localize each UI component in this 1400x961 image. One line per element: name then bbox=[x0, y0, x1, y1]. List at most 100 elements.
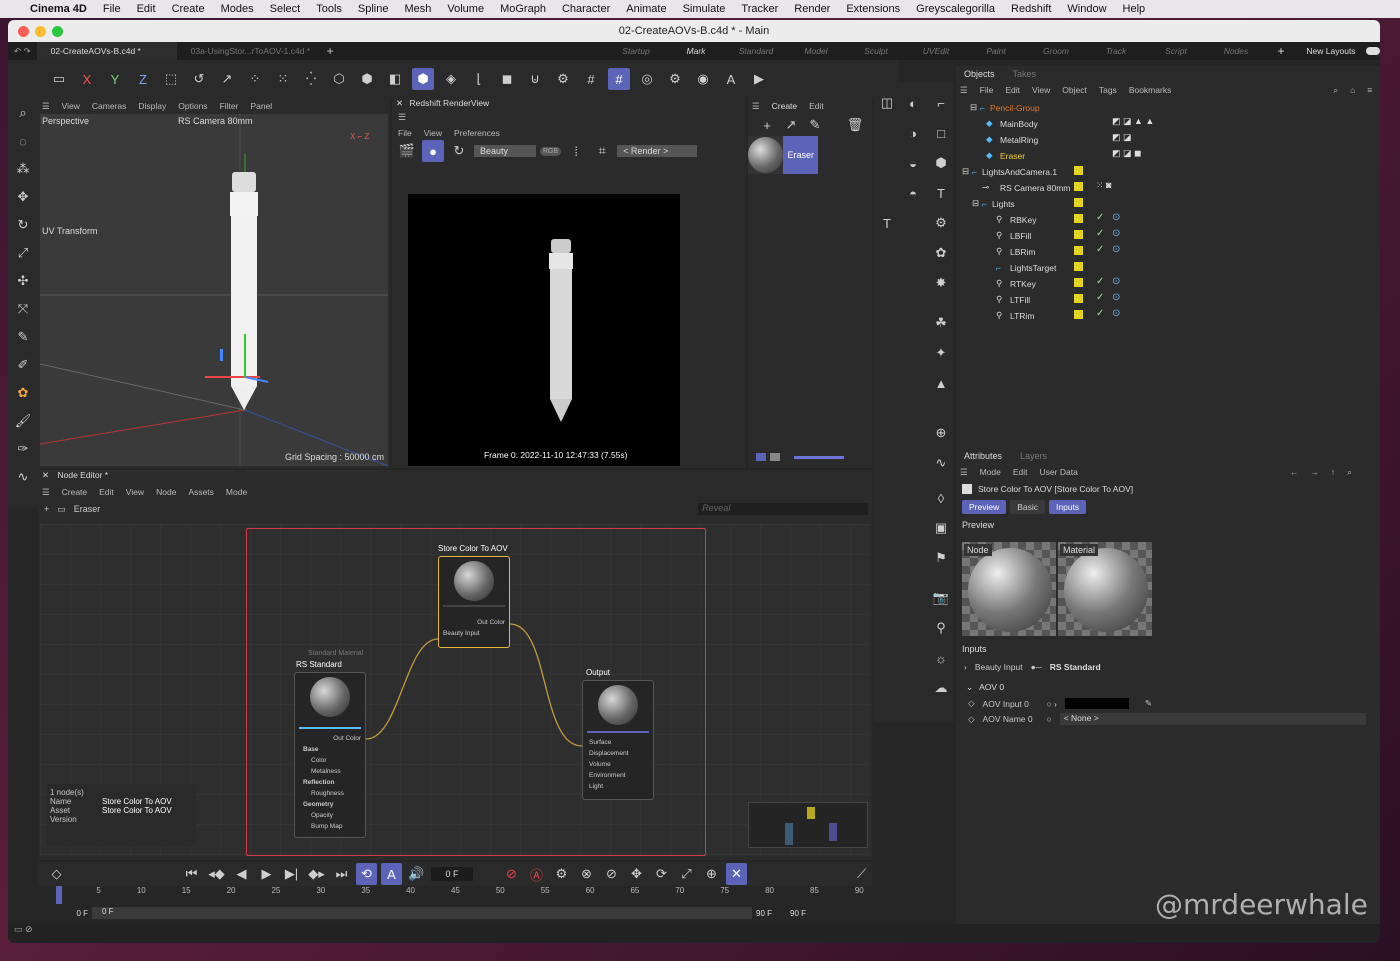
cube-icon[interactable]: ◫ bbox=[876, 92, 898, 114]
std-port-geometry[interactable]: Geometry bbox=[295, 799, 365, 810]
target-tag-icon[interactable]: ⊙ bbox=[1112, 228, 1120, 239]
out-port-surface[interactable]: Surface bbox=[583, 737, 653, 748]
light-icon[interactable]: ⚲ bbox=[930, 617, 952, 639]
render-settings-icon[interactable]: ⚙ bbox=[664, 68, 686, 90]
render-view-icon[interactable]: ◉ bbox=[692, 68, 714, 90]
hamburger-icon[interactable]: ☰ bbox=[42, 101, 50, 112]
out-port-displacement[interactable]: Displacement bbox=[583, 748, 653, 759]
bounding-icon[interactable]: ▣ bbox=[930, 517, 952, 539]
shader-icon[interactable]: ◒ bbox=[902, 152, 924, 174]
std-port-base[interactable]: Base bbox=[295, 744, 365, 755]
autokey-icon[interactable]: A bbox=[381, 863, 402, 885]
grid-snap-icon[interactable]: # bbox=[608, 68, 630, 90]
attr-search-icon[interactable]: ⌕ bbox=[1347, 467, 1352, 478]
prev-key-icon[interactable]: ◂◆ bbox=[206, 863, 227, 885]
material-tags[interactable]: ◩ ◪ ▲ ▲ bbox=[1112, 116, 1154, 127]
doc-tab-1[interactable]: 02-CreateAOVs-B.c4d * bbox=[36, 42, 177, 60]
target-tag-icon[interactable]: ⊙ bbox=[1112, 308, 1120, 319]
tree-row-rs-camera[interactable]: ⊸ RS Camera 80mm bbox=[956, 180, 1380, 195]
lock-z-icon[interactable]: Z bbox=[132, 68, 154, 90]
lock-x-icon[interactable]: X bbox=[76, 68, 98, 90]
ne-menu-mode[interactable]: Mode bbox=[226, 487, 247, 497]
breadcrumb-eraser[interactable]: Eraser bbox=[74, 504, 101, 514]
store-color-node[interactable]: Out Color Beauty Input bbox=[438, 556, 510, 648]
lock-y-icon[interactable]: Y bbox=[104, 68, 126, 90]
expand-chevron-icon[interactable]: › bbox=[964, 662, 967, 672]
check-icon[interactable]: ✓ bbox=[1096, 292, 1104, 303]
spline-icon[interactable]: ∿ bbox=[12, 466, 34, 488]
next-frame-icon[interactable]: ▶| bbox=[281, 863, 302, 885]
obj-menu-view[interactable]: View bbox=[1032, 85, 1050, 95]
check-icon[interactable]: ✓ bbox=[1096, 308, 1104, 319]
uv-mode-icon[interactable]: ◈ bbox=[440, 68, 462, 90]
undo-action-icon[interactable]: ↺ bbox=[188, 68, 210, 90]
menu-file[interactable]: File bbox=[95, 3, 129, 15]
aov-group-header[interactable]: ⌄ AOV 0 bbox=[966, 682, 1004, 693]
obj-hamburger-icon[interactable]: ☰ bbox=[960, 85, 968, 96]
out-port-environment[interactable]: Environment bbox=[583, 770, 653, 781]
out-port-light[interactable]: Light bbox=[583, 781, 653, 792]
obj-menu-edit[interactable]: Edit bbox=[1005, 85, 1020, 95]
menu-window[interactable]: Window bbox=[1059, 3, 1114, 15]
tag-icon[interactable]: ◊ bbox=[930, 487, 952, 509]
layer-color-tag[interactable] bbox=[1074, 166, 1083, 175]
render-tool-icon[interactable]: ◐ bbox=[902, 92, 924, 114]
node-canvas[interactable]: Store Color To AOV Out Color Beauty Inpu… bbox=[40, 524, 870, 856]
beauty-input-port[interactable]: Beauty Input bbox=[439, 628, 509, 639]
autokey-record-icon[interactable]: Ⓐ bbox=[526, 863, 547, 885]
obj-menu-object[interactable]: Object bbox=[1062, 85, 1087, 95]
scale-icon[interactable]: ⤢ bbox=[12, 242, 34, 264]
menu-create[interactable]: Create bbox=[164, 3, 213, 15]
clapper-icon[interactable]: 🎬 bbox=[396, 140, 418, 162]
magnet-icon[interactable]: ⊍ bbox=[524, 68, 546, 90]
key-pla-icon[interactable]: ✕ bbox=[726, 863, 747, 885]
transform-tool-icon[interactable]: ⤧ bbox=[12, 298, 34, 320]
field-icon[interactable]: ☘ bbox=[930, 312, 952, 334]
target-tag-icon[interactable]: ⊙ bbox=[1112, 212, 1120, 223]
record-icon[interactable]: ⊘ bbox=[501, 863, 522, 885]
ne-menu-edit[interactable]: Edit bbox=[99, 487, 114, 497]
tab-objects[interactable]: Objects bbox=[964, 69, 995, 79]
menu-tools[interactable]: Tools bbox=[308, 3, 350, 15]
next-key-icon[interactable]: ◆▸ bbox=[306, 863, 327, 885]
render-region-icon[interactable]: ◎ bbox=[636, 68, 658, 90]
menu-greyscalegorilla[interactable]: Greyscalegorilla bbox=[908, 3, 1003, 15]
refresh-icon[interactable]: ↻ bbox=[448, 140, 470, 162]
list-view-icon[interactable] bbox=[756, 453, 766, 461]
keyframe-diamond-icon[interactable]: ◇ bbox=[968, 698, 975, 709]
zoom-slider[interactable] bbox=[794, 455, 844, 459]
node-minimap[interactable] bbox=[748, 802, 868, 848]
key-rot-icon[interactable]: ⟳ bbox=[651, 863, 672, 885]
text-tool-icon[interactable]: T bbox=[876, 212, 898, 234]
reveal-input[interactable]: Reveal bbox=[698, 503, 869, 515]
tree-row-metalring[interactable]: ◆ MetalRing bbox=[956, 132, 1380, 147]
layout-track[interactable]: Track bbox=[1086, 46, 1146, 56]
polygons-mode-icon[interactable]: ⁛ bbox=[300, 68, 322, 90]
tab-layers[interactable]: Layers bbox=[1020, 451, 1047, 461]
morph-icon[interactable]: ⚑ bbox=[930, 547, 952, 569]
goto-end-icon[interactable]: ⏭ bbox=[331, 863, 352, 885]
vp-menu-filter[interactable]: Filter bbox=[220, 101, 239, 111]
vp-menu-panel[interactable]: Panel bbox=[250, 101, 272, 111]
prev-frame-icon[interactable]: ◀ bbox=[231, 863, 252, 885]
camera-icon[interactable]: 📷 bbox=[930, 587, 952, 609]
tree-expand-icon[interactable]: ⊟ bbox=[962, 166, 969, 177]
menu-edit[interactable]: Edit bbox=[129, 3, 164, 15]
object-mode-icon[interactable]: ⬢ bbox=[356, 68, 378, 90]
tab-takes[interactable]: Takes bbox=[1013, 69, 1037, 79]
layouts-toggle[interactable] bbox=[1366, 47, 1380, 55]
key-scale-icon[interactable]: ⤢ bbox=[676, 863, 697, 885]
grid-view-icon[interactable] bbox=[770, 453, 780, 461]
rgb-button[interactable]: RGB bbox=[540, 146, 562, 156]
tree-row-ltrim[interactable]: ⚲ LTRim bbox=[956, 308, 1380, 323]
new-layouts-button[interactable]: New Layouts bbox=[1296, 46, 1366, 56]
sun-icon[interactable]: ☼ bbox=[930, 647, 952, 669]
camera-name[interactable]: RS Camera 80mm bbox=[178, 116, 253, 126]
aov-color-swatch[interactable] bbox=[1064, 698, 1129, 709]
sky-icon[interactable]: ☁ bbox=[930, 677, 952, 699]
layout-script[interactable]: Script bbox=[1146, 46, 1206, 56]
green-deformer-icon[interactable]: ⚙ bbox=[930, 212, 952, 234]
layout-standard[interactable]: Standard bbox=[726, 46, 786, 56]
material-tags[interactable]: ◩ ◪ bbox=[1112, 132, 1132, 143]
subtab-inputs[interactable]: Inputs bbox=[1049, 500, 1087, 514]
